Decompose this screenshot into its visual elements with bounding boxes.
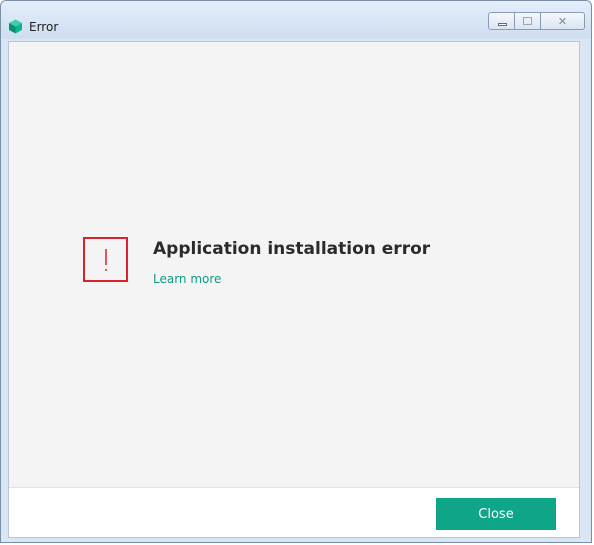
error-dialog-window: Error ✕ Application installation error L…: [0, 0, 592, 543]
kaspersky-cube-icon: [8, 19, 23, 34]
minimize-button[interactable]: [488, 12, 515, 30]
caption-buttons: ✕: [488, 12, 585, 32]
learn-more-link[interactable]: Learn more: [153, 271, 221, 287]
dialog-footer: Close: [9, 487, 579, 537]
title-bar[interactable]: Error ✕: [1, 1, 591, 39]
error-message: Application installation error: [153, 239, 431, 259]
window-close-button[interactable]: ✕: [541, 12, 585, 30]
maximize-button[interactable]: [515, 12, 541, 30]
error-icon-box: [83, 237, 128, 282]
exclamation-icon: [85, 239, 126, 280]
close-button[interactable]: Close: [436, 498, 556, 530]
minimize-icon: [498, 23, 507, 26]
maximize-icon: [523, 17, 532, 25]
close-icon: ✕: [557, 14, 568, 28]
dialog-content: Application installation error Learn mor…: [8, 41, 580, 538]
window-title: Error: [29, 20, 59, 34]
